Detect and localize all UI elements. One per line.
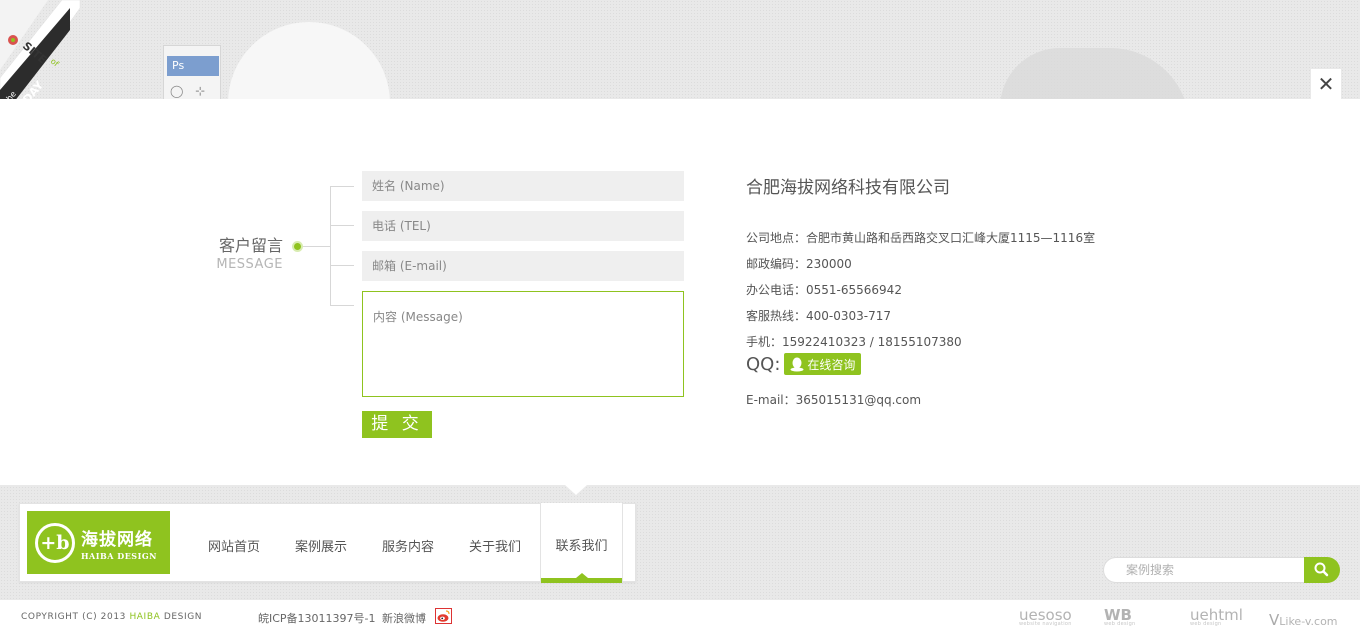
footer <box>0 600 1360 632</box>
close-button[interactable]: ✕ <box>1311 69 1341 99</box>
close-icon: ✕ <box>1317 72 1335 96</box>
logo-text-en: HAIBA DESIGN <box>81 550 157 561</box>
copyright-brand: HAIBA <box>129 612 161 622</box>
photoshop-toolbox-decoration: Ps ◯ ⊹ <box>163 45 221 105</box>
qq-consult-button[interactable]: 在线咨询 <box>784 353 862 375</box>
email-text: E-mail：365015131@qq.com <box>746 393 922 407</box>
search-icon <box>1314 562 1329 577</box>
message-section-title: 客户留言 MESSAGE <box>210 232 283 272</box>
connector-vertical-line <box>330 186 331 306</box>
contact-modal: 客户留言 MESSAGE 提 交 合肥海拔网络科技有限公司 公司地点：合肥市黄山… <box>0 99 1360 485</box>
partner-name: Like-v.com <box>1279 615 1338 628</box>
copyright-suffix: DESIGN <box>160 612 203 622</box>
weibo-icon[interactable] <box>435 608 452 624</box>
qq-label: QQ: <box>746 353 781 375</box>
partner-tag: web design <box>1104 621 1136 627</box>
connector-line <box>303 246 330 247</box>
hotline-text: 客服热线：400-0303-717 <box>746 309 892 323</box>
nav-item-contact[interactable]: 联系我们 <box>540 503 623 583</box>
logo-text: 海拔网络 HAIBA DESIGN <box>81 525 157 561</box>
partner-logo-uehtml[interactable]: uehtml web design <box>1190 606 1243 628</box>
copyright-text: COPYRIGHT (C) 2013 HAIBA DESIGN <box>21 612 202 622</box>
nav-item-home[interactable]: 网站首页 <box>208 536 260 555</box>
connector-branch <box>330 265 354 266</box>
search-button[interactable] <box>1304 557 1340 583</box>
ps-label: Ps <box>167 56 219 76</box>
qq-row: QQ: 在线咨询 <box>746 352 862 376</box>
logo-text-cn: 海拔网络 <box>81 529 153 550</box>
icp-license-link[interactable]: 皖ICP备13011397号-1 <box>258 610 376 626</box>
connector-branch <box>330 225 354 226</box>
company-name: 合肥海拔网络科技有限公司 <box>746 178 950 198</box>
active-indicator-bar <box>541 578 622 583</box>
logo-mark-icon: +b <box>35 522 75 563</box>
nav-item-services[interactable]: 服务内容 <box>382 536 434 555</box>
message-title-en: MESSAGE <box>216 257 283 272</box>
partner-logo-wb[interactable]: WB web design <box>1104 606 1136 628</box>
mobile-text: 手机：15922410323 / 18155107380 <box>746 335 962 349</box>
partner-logo-uesoso[interactable]: uesoso website navigation <box>1019 606 1072 628</box>
partner-logo-likev[interactable]: VLike-v.com <box>1269 611 1338 632</box>
postcode-text: 邮政编码：230000 <box>746 257 852 271</box>
badge-of-text: of <box>49 57 61 69</box>
message-textarea[interactable] <box>362 291 684 397</box>
nav-item-about[interactable]: 关于我们 <box>469 536 521 555</box>
name-input[interactable] <box>362 171 684 201</box>
qq-penguin-icon <box>790 357 804 371</box>
nav-item-contact-label: 联系我们 <box>555 539 608 554</box>
connector-branch <box>330 186 354 187</box>
qq-consult-label: 在线咨询 <box>807 357 856 372</box>
modal-pointer <box>565 485 587 495</box>
copyright-prefix: COPYRIGHT (C) 2013 <box>21 612 130 622</box>
partner-v-icon: V <box>1269 611 1280 629</box>
search-input[interactable] <box>1103 557 1308 583</box>
email-input[interactable] <box>362 251 684 281</box>
address-text: 公司地点：合肥市黄山路和岳西路交叉口汇峰大厦1115—1116室 <box>746 231 1096 245</box>
ps-tools: ◯ ⊹ <box>170 84 210 98</box>
submit-button[interactable]: 提 交 <box>362 411 432 438</box>
message-title-cn: 客户留言 <box>218 236 283 255</box>
partner-tag: website navigation <box>1019 621 1072 627</box>
tel-input[interactable] <box>362 211 684 241</box>
weibo-link[interactable]: 新浪微博 <box>382 610 426 626</box>
haiba-logo[interactable]: +b 海拔网络 HAIBA DESIGN <box>27 511 170 574</box>
office-phone-text: 办公电话：0551-65566942 <box>746 283 902 297</box>
connector-branch <box>330 305 354 306</box>
connector-dot <box>292 241 303 252</box>
nav-item-cases[interactable]: 案例展示 <box>295 536 347 555</box>
